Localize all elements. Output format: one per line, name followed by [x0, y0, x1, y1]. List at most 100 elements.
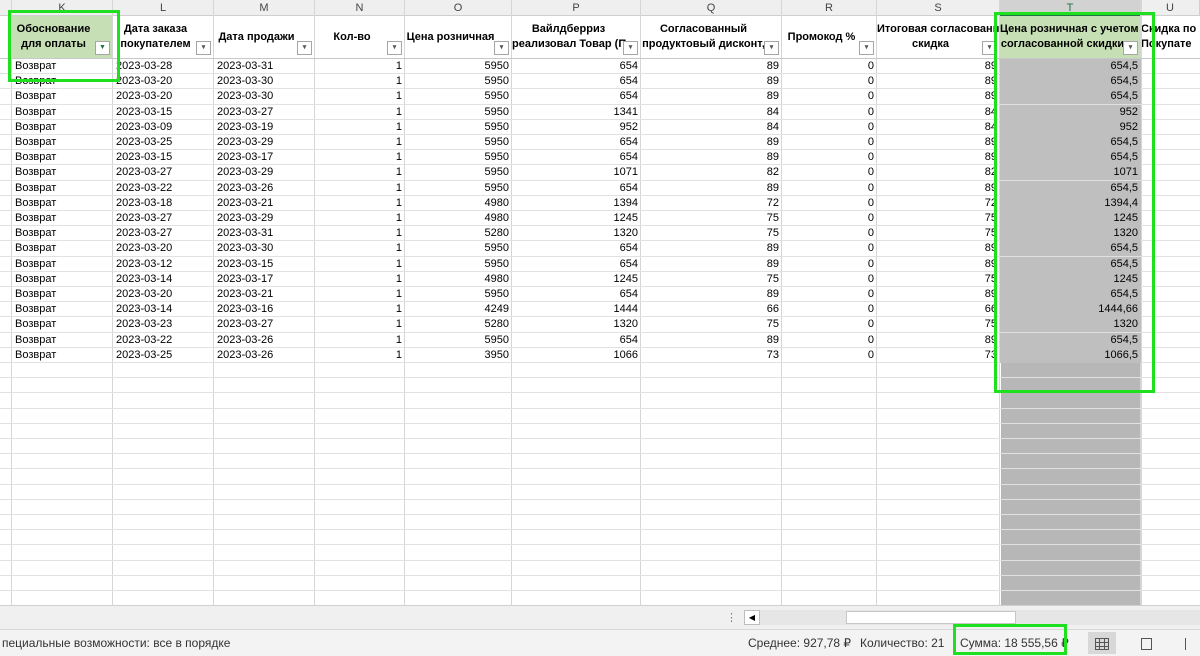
cell-o[interactable]: 5950 [405, 257, 512, 272]
cell-q[interactable]: 89 [641, 333, 782, 348]
cell-l[interactable]: 2023-03-20 [113, 287, 214, 302]
cell-n[interactable]: 1 [315, 333, 405, 348]
cell-q[interactable]: 73 [641, 348, 782, 363]
cell-o[interactable]: 5950 [405, 105, 512, 120]
cell-r[interactable]: 0 [782, 302, 877, 317]
filter-dropdown-icon[interactable]: ▾ [1123, 41, 1138, 55]
cell-n[interactable]: 1 [315, 120, 405, 135]
cell-n[interactable]: 1 [315, 74, 405, 89]
cell-k[interactable]: Возврат [12, 348, 113, 363]
cell-t[interactable]: 1066,5 [1000, 348, 1141, 363]
cell-n[interactable]: 1 [315, 257, 405, 272]
header-cell-o[interactable]: Цена розничная ▾ [405, 16, 512, 58]
cell-o[interactable]: 5950 [405, 74, 512, 89]
cell-n[interactable]: 1 [315, 196, 405, 211]
column-header-s[interactable]: S [877, 0, 1000, 16]
cell-s[interactable]: 89 [877, 74, 1000, 89]
cell-s[interactable]: 75 [877, 317, 1000, 332]
cell-s[interactable]: 89 [877, 333, 1000, 348]
cell-r[interactable]: 0 [782, 348, 877, 363]
cell-o[interactable]: 5950 [405, 165, 512, 180]
column-header-u[interactable]: U [1141, 0, 1200, 16]
cell-t[interactable]: 1320 [1000, 317, 1141, 332]
filter-dropdown-icon[interactable]: ▾ [494, 41, 509, 55]
cell-k[interactable]: Возврат [12, 89, 113, 104]
cell-n[interactable]: 1 [315, 317, 405, 332]
cell-r[interactable]: 0 [782, 181, 877, 196]
cell-n[interactable]: 1 [315, 348, 405, 363]
cell-m[interactable]: 2023-03-27 [214, 317, 315, 332]
cell-s[interactable]: 89 [877, 150, 1000, 165]
cell-q[interactable]: 75 [641, 317, 782, 332]
cell-q[interactable]: 82 [641, 165, 782, 180]
normal-view-button[interactable] [1088, 632, 1116, 654]
header-cell-l[interactable]: Дата заказа покупателем ▾ [113, 16, 214, 58]
filter-dropdown-icon[interactable]: ▾ [623, 41, 638, 55]
cell-l[interactable]: 2023-03-15 [113, 150, 214, 165]
cell-l[interactable]: 2023-03-15 [113, 105, 214, 120]
filter-dropdown-icon[interactable]: ▾ [859, 41, 874, 55]
cell-o[interactable]: 4249 [405, 302, 512, 317]
filter-dropdown-icon[interactable]: ▾ [196, 41, 211, 55]
cell-r[interactable]: 0 [782, 287, 877, 302]
cell-k[interactable]: Возврат [12, 105, 113, 120]
cell-o[interactable]: 5280 [405, 317, 512, 332]
cell-r[interactable]: 0 [782, 272, 877, 287]
cell-k[interactable]: Возврат [12, 59, 113, 74]
cell-r[interactable]: 0 [782, 59, 877, 74]
cell-k[interactable]: Возврат [12, 181, 113, 196]
cell-l[interactable]: 2023-03-14 [113, 272, 214, 287]
cell-r[interactable]: 0 [782, 196, 877, 211]
page-break-view-button[interactable] [1176, 632, 1200, 654]
cell-o[interactable]: 5280 [405, 226, 512, 241]
cell-q[interactable]: 89 [641, 257, 782, 272]
cell-r[interactable]: 0 [782, 317, 877, 332]
cell-t[interactable]: 654,5 [1000, 257, 1141, 272]
cell-t[interactable]: 654,5 [1000, 135, 1141, 150]
cell-r[interactable]: 0 [782, 211, 877, 226]
cell-m[interactable]: 2023-03-31 [214, 226, 315, 241]
cell-l[interactable]: 2023-03-22 [113, 333, 214, 348]
cell-s[interactable]: 73 [877, 348, 1000, 363]
cell-t[interactable]: 1394,4 [1000, 196, 1141, 211]
cell-t[interactable]: 1245 [1000, 211, 1141, 226]
column-header-t[interactable]: T [1000, 0, 1141, 16]
cell-m[interactable]: 2023-03-30 [214, 89, 315, 104]
cell-k[interactable]: Возврат [12, 74, 113, 89]
scroll-left-button[interactable]: ◀ [744, 610, 760, 625]
cell-l[interactable]: 2023-03-28 [113, 59, 214, 74]
cell-s[interactable]: 89 [877, 135, 1000, 150]
cell-o[interactable]: 3950 [405, 348, 512, 363]
cell-k[interactable]: Возврат [12, 317, 113, 332]
cell-m[interactable]: 2023-03-17 [214, 150, 315, 165]
cell-q[interactable]: 72 [641, 196, 782, 211]
cell-q[interactable]: 84 [641, 105, 782, 120]
cell-s[interactable]: 89 [877, 241, 1000, 256]
header-cell-q[interactable]: Согласованный продуктовый дисконт, ▾ [641, 16, 782, 58]
cell-q[interactable]: 89 [641, 181, 782, 196]
cell-p[interactable]: 1320 [512, 226, 641, 241]
horizontal-scrollbar-track[interactable] [760, 610, 1200, 625]
cell-l[interactable]: 2023-03-27 [113, 226, 214, 241]
cell-r[interactable]: 0 [782, 165, 877, 180]
cell-k[interactable]: Возврат [12, 257, 113, 272]
cell-m[interactable]: 2023-03-26 [214, 181, 315, 196]
cell-q[interactable]: 75 [641, 272, 782, 287]
cell-k[interactable]: Возврат [12, 226, 113, 241]
cell-t[interactable]: 654,5 [1000, 89, 1141, 104]
cell-m[interactable]: 2023-03-15 [214, 257, 315, 272]
cell-p[interactable]: 1394 [512, 196, 641, 211]
cell-n[interactable]: 1 [315, 181, 405, 196]
cell-r[interactable]: 0 [782, 241, 877, 256]
column-header-o[interactable]: O [405, 0, 512, 16]
cell-k[interactable]: Возврат [12, 211, 113, 226]
cell-k[interactable]: Возврат [12, 302, 113, 317]
cell-m[interactable]: 2023-03-30 [214, 74, 315, 89]
cell-t[interactable]: 952 [1000, 120, 1141, 135]
column-header-p[interactable]: P [512, 0, 641, 16]
cell-s[interactable]: 89 [877, 181, 1000, 196]
cell-t[interactable]: 654,5 [1000, 59, 1141, 74]
cell-s[interactable]: 75 [877, 272, 1000, 287]
cell-m[interactable]: 2023-03-31 [214, 59, 315, 74]
header-cell-m[interactable]: Дата продажи ▾ [214, 16, 315, 58]
